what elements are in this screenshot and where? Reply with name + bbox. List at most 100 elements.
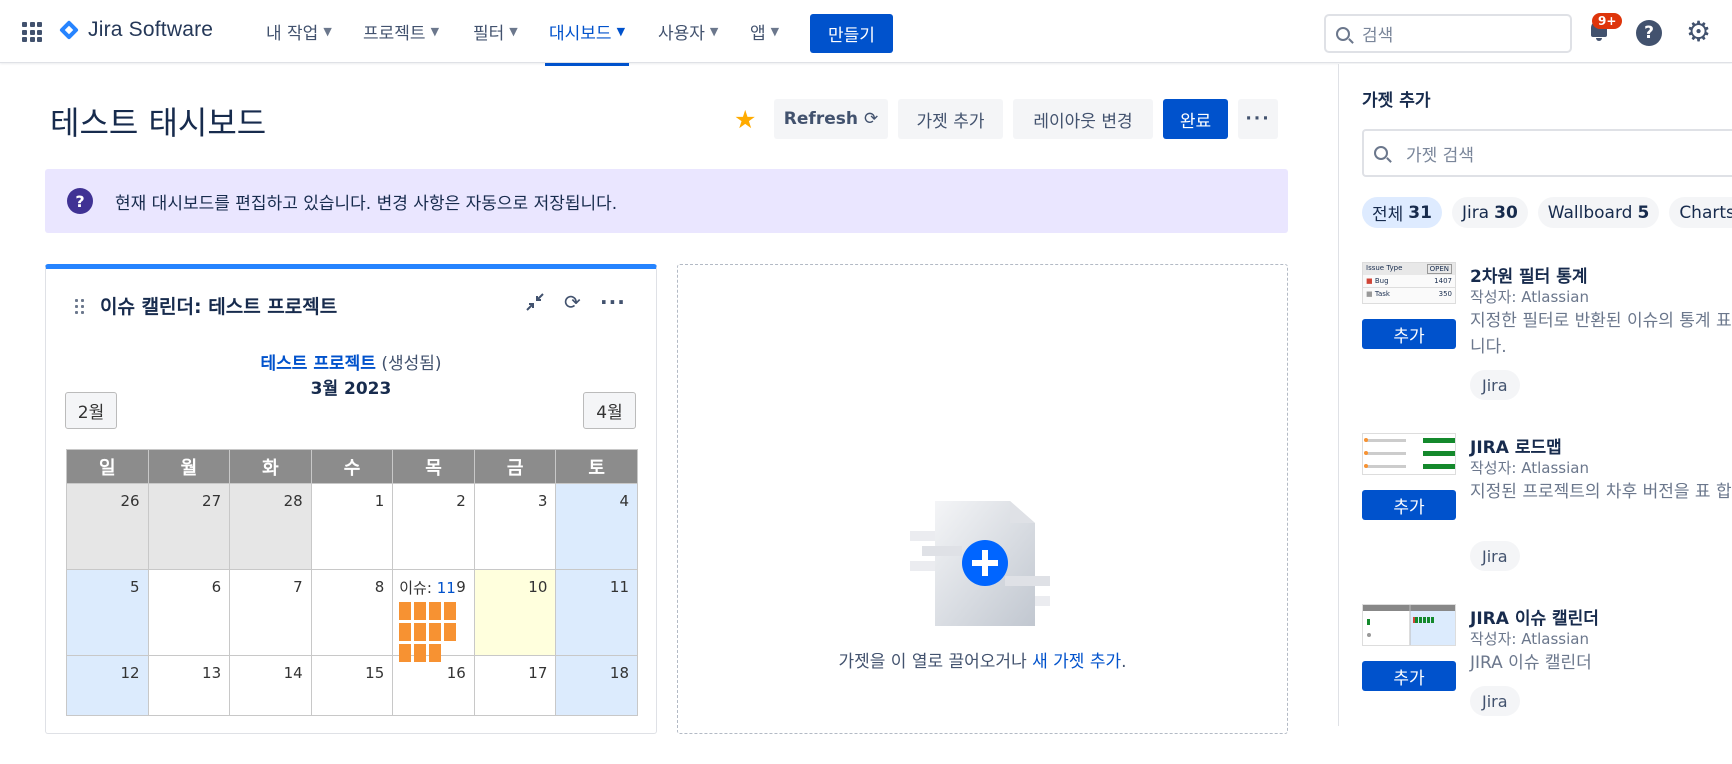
add-gadget-button[interactable]: 추가 xyxy=(1362,490,1456,520)
calendar-day[interactable]: 8 xyxy=(310,569,394,656)
gadget-thumbnail: Issue Type OPEN ■ Bug 1407 ■ Task 350 xyxy=(1362,262,1456,304)
question-icon: ? xyxy=(67,188,93,214)
minimize-icon[interactable] xyxy=(524,291,546,317)
chip-all[interactable]: 전체 31 xyxy=(1362,197,1442,228)
calendar-project: 테스트 프로젝트 (생성됨) xyxy=(46,349,656,374)
settings-gear-icon[interactable]: ⚙ xyxy=(1686,17,1711,47)
banner-text: 현재 대시보드를 편집하고 있습니다. 변경 사항은 자동으로 저장됩니다. xyxy=(115,193,618,214)
refresh-button[interactable]: Refresh ⟳ xyxy=(774,99,888,139)
calendar-day[interactable]: 15 xyxy=(310,655,394,716)
calendar-day-with-issues[interactable]: 이슈: 11 9 xyxy=(392,569,475,662)
drag-handle-icon[interactable] xyxy=(75,299,84,314)
jira-logo[interactable]: Jira Software xyxy=(58,18,213,42)
gadget-list-item: JIRA 로드맵 작성자: Atlassian 지정된 프로젝트의 차후 버전을… xyxy=(1362,433,1732,593)
gadget-name: 2차원 필터 통계 xyxy=(1470,267,1588,287)
help-icon[interactable]: ? xyxy=(1636,20,1662,46)
chip-jira[interactable]: Jira 30 xyxy=(1451,197,1528,228)
done-button[interactable]: 완료 xyxy=(1163,99,1228,139)
gadget-search-placeholder: 가젯 검색 xyxy=(1406,145,1474,166)
gadget-list-item: JIRA 이슈 캘린더 작성자: Atlassian JIRA 이슈 캘린더 추… xyxy=(1362,604,1732,764)
weekday-header: 수 xyxy=(310,449,394,484)
gadget-header: 이슈 캘린더: 테스트 프로젝트 ⟳ ··· xyxy=(46,269,656,339)
calendar-day[interactable]: 18 xyxy=(555,655,638,716)
prev-month-button[interactable]: 2월 xyxy=(65,392,117,429)
calendar-month: 3월 2023 xyxy=(310,379,392,399)
nav-dashboards[interactable]: 대시보드 ▼ xyxy=(545,0,630,66)
nav-label: 사용자 xyxy=(658,24,705,44)
gadget-thumbnail xyxy=(1362,433,1456,475)
calendar-day[interactable]: 1 xyxy=(310,483,394,570)
add-new-gadget-link[interactable]: 새 가젯 추가 xyxy=(1032,652,1121,672)
project-link[interactable]: 테스트 프로젝트 xyxy=(261,354,376,374)
search-placeholder: 검색 xyxy=(1362,26,1394,46)
gadget-tag: Jira xyxy=(1470,370,1520,400)
chip-wallboard[interactable]: Wallboard 5 xyxy=(1537,197,1660,228)
add-gadget-button[interactable]: 가젯 추가 xyxy=(898,99,1003,139)
chip-charts[interactable]: Charts12 xyxy=(1669,197,1732,228)
nav-apps[interactable]: 앱 ▼ xyxy=(750,0,779,63)
more-icon[interactable]: ··· xyxy=(600,291,626,313)
create-button[interactable]: 만들기 xyxy=(810,14,893,53)
calendar-day[interactable]: 16 xyxy=(392,655,475,716)
more-icon: ··· xyxy=(1245,109,1271,129)
star-icon[interactable]: ★ xyxy=(734,107,756,133)
search-input[interactable]: 검색 xyxy=(1324,14,1572,53)
calendar-day[interactable]: 3 xyxy=(473,483,557,570)
gadget-search-input[interactable]: 가젯 검색 xyxy=(1362,129,1732,177)
nav-people[interactable]: 사용자 ▼ xyxy=(658,0,718,63)
calendar-day-today[interactable]: 10 xyxy=(473,569,557,656)
calendar-day[interactable]: 2 xyxy=(392,483,475,570)
weekday-header: 화 xyxy=(229,449,312,484)
more-actions-button[interactable]: ··· xyxy=(1238,99,1278,139)
thumb-text: OPEN xyxy=(1426,264,1452,274)
calendar-day[interactable]: 26 xyxy=(66,483,149,570)
day-number: 9 xyxy=(456,578,466,596)
gadget-drop-zone[interactable]: 가젯을 이 열로 끌어오거나 새 가젯 추가. xyxy=(677,264,1288,734)
add-gadget-button[interactable]: 추가 xyxy=(1362,661,1456,691)
gadget-tag: Jira xyxy=(1470,686,1520,716)
calendar-day[interactable]: 6 xyxy=(147,569,231,656)
nav-label: 앱 xyxy=(750,24,766,44)
nav-label: 대시보드 xyxy=(549,24,612,44)
calendar-day[interactable]: 4 xyxy=(555,483,638,570)
calendar-day[interactable]: 7 xyxy=(229,569,312,656)
category-filter: 전체31 Jira30 Wallboard5 Charts12 xyxy=(1362,197,1732,228)
calendar-day[interactable]: 12 xyxy=(66,655,149,716)
issue-count: 11 xyxy=(436,579,456,597)
search-icon xyxy=(1374,146,1388,160)
calendar-day[interactable]: 14 xyxy=(229,655,312,716)
chip-count: 31 xyxy=(1408,202,1432,223)
drop-zone-suffix: . xyxy=(1121,652,1127,672)
add-gadget-panel: 가젯 추가 가젯 검색 전체 31 Jira 30 Wallboard 5 Chart… xyxy=(1338,64,1732,726)
nav-projects[interactable]: 프로젝트 ▼ xyxy=(363,0,439,63)
app-switcher-icon[interactable] xyxy=(22,22,42,42)
change-layout-button[interactable]: 레이아웃 변경 xyxy=(1013,99,1153,139)
gadget-author: 작성자: Atlassian xyxy=(1470,459,1589,477)
calendar-day[interactable]: 11 xyxy=(555,569,638,656)
thumb-text: 1407 xyxy=(1434,277,1452,285)
issue-blocks[interactable] xyxy=(399,602,461,662)
chip-label: Wallboard xyxy=(1547,202,1633,223)
jira-logo-icon xyxy=(58,19,80,41)
calendar-day[interactable]: 27 xyxy=(147,483,231,570)
issues-label[interactable]: 이슈: 11 xyxy=(399,577,456,598)
chip-count: 5 xyxy=(1637,202,1650,223)
calendar-day[interactable]: 17 xyxy=(473,655,557,716)
calendar-day[interactable]: 13 xyxy=(147,655,231,716)
gadget-description: 지정된 프로젝트의 차후 버전을 표 합니다. xyxy=(1470,482,1732,502)
calendar-grid: 일 월 화 수 목 금 토 26 27 28 1 2 3 4 5 6 7 8 이… xyxy=(66,449,638,716)
notification-badge: 9+ xyxy=(1592,13,1623,29)
edit-mode-banner: ? 현재 대시보드를 편집하고 있습니다. 변경 사항은 자동으로 저장됩니다. xyxy=(45,169,1288,233)
add-gadget-illustration-icon xyxy=(910,501,1050,631)
gadget-thumbnail xyxy=(1362,604,1456,646)
drop-zone-text: 가젯을 이 열로 끌어오거나 새 가젯 추가. xyxy=(678,647,1287,672)
issues-prefix: 이슈: xyxy=(399,579,432,597)
chip-label: Jira xyxy=(1461,202,1490,223)
refresh-icon[interactable]: ⟳ xyxy=(564,291,581,313)
nav-filters[interactable]: 필터 ▼ xyxy=(473,0,518,63)
next-month-button[interactable]: 4월 xyxy=(583,392,636,429)
calendar-day[interactable]: 5 xyxy=(66,569,149,656)
nav-your-work[interactable]: 내 작업 ▼ xyxy=(266,0,332,63)
calendar-day[interactable]: 28 xyxy=(229,483,312,570)
add-gadget-button[interactable]: 추가 xyxy=(1362,319,1456,349)
